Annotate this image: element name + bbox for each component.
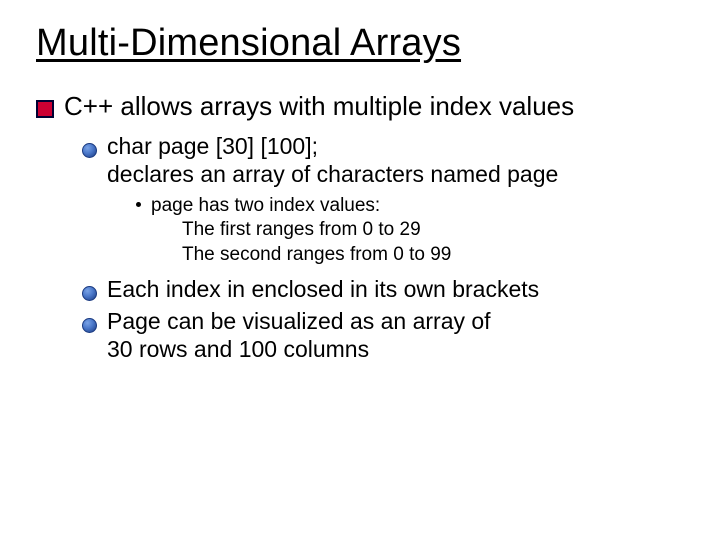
bullet-l2a-line1: char page [30] [100]; xyxy=(107,133,318,159)
bullet-l2c-line2: 30 rows and 100 columns xyxy=(107,336,369,362)
bullet-l3-line2: The first ranges from 0 to 29 xyxy=(182,218,684,242)
bullet-l3-line3: The second ranges from 0 to 99 xyxy=(182,243,684,267)
square-bullet-icon xyxy=(36,100,54,118)
circle-bullet-icon xyxy=(82,286,97,301)
bullet-level2-c: Page can be visualized as an array of 30… xyxy=(82,307,684,363)
slide: Multi-Dimensional Arrays C++ allows arra… xyxy=(0,0,720,540)
bullet-l1-text: C++ allows arrays with multiple index va… xyxy=(64,91,574,122)
bullet-l2b-text: Each index in enclosed in its own bracke… xyxy=(107,275,539,303)
bullet-l3-line1: page has two index values: xyxy=(151,195,380,216)
slide-title: Multi-Dimensional Arrays xyxy=(36,22,684,65)
bullet-l2a-text: char page [30] [100]; declares an array … xyxy=(107,132,558,188)
circle-bullet-icon xyxy=(82,143,97,158)
dot-bullet-icon xyxy=(136,202,141,207)
bullet-level1: C++ allows arrays with multiple index va… xyxy=(36,91,684,122)
bullet-l2c-text: Page can be visualized as an array of 30… xyxy=(107,307,491,363)
bullet-l2a-line2: declares an array of characters named pa… xyxy=(107,161,558,187)
bullet-level3: page has two index values: The first ran… xyxy=(136,194,684,267)
bullet-l2c-line1: Page can be visualized as an array of xyxy=(107,308,491,334)
circle-bullet-icon xyxy=(82,318,97,333)
bullet-level2-a: char page [30] [100]; declares an array … xyxy=(82,132,684,188)
bullet-level2-b: Each index in enclosed in its own bracke… xyxy=(82,275,684,303)
